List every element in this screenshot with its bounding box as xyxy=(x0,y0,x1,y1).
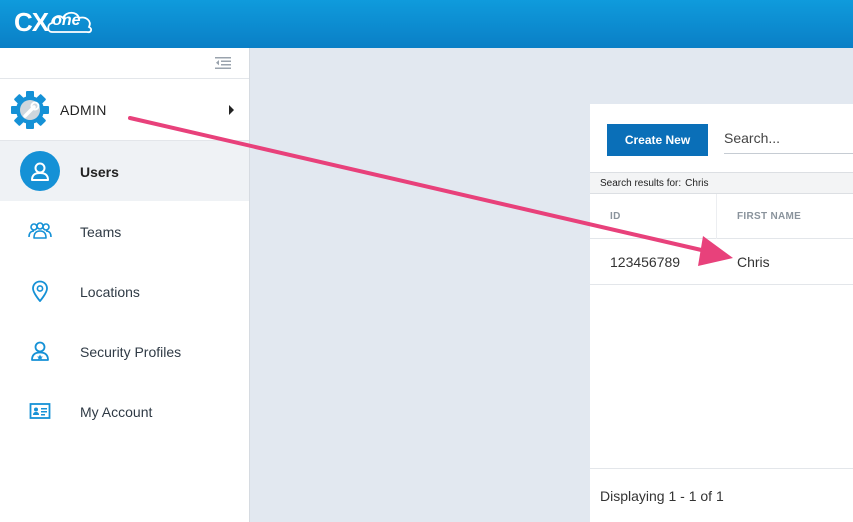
search-results-term: Chris xyxy=(685,178,709,189)
sidebar-item-locations[interactable]: Locations xyxy=(0,261,249,321)
search-results-label: Search results for: xyxy=(600,178,682,189)
search-input[interactable] xyxy=(724,122,853,154)
sidebar-item-label: Locations xyxy=(80,284,140,300)
logo-subtext: one xyxy=(52,12,81,29)
sidebar-item-users[interactable]: Users xyxy=(0,141,249,201)
sidebar-item-label: Security Profiles xyxy=(80,344,182,360)
sidebar-item-label: Users xyxy=(80,164,119,180)
table-row[interactable]: 123456789 Chris xyxy=(590,239,853,285)
cell-first-name: Chris xyxy=(737,254,770,270)
create-new-button[interactable]: Create New xyxy=(607,124,708,156)
sidebar-item-my-account[interactable]: My Account xyxy=(0,381,249,441)
security-profile-icon xyxy=(20,331,60,371)
collapse-menu-icon[interactable] xyxy=(215,56,231,70)
location-pin-icon xyxy=(20,271,60,311)
chevron-right-icon xyxy=(229,105,234,115)
sidebar-item-security-profiles[interactable]: Security Profiles xyxy=(0,321,249,381)
sidebar: ADMIN Users Teams Locations Security Pro… xyxy=(0,48,250,522)
sidebar-item-teams[interactable]: Teams xyxy=(0,201,249,261)
column-header-id[interactable]: ID xyxy=(610,211,621,222)
admin-label: ADMIN xyxy=(60,102,107,118)
column-header-first-name[interactable]: FIRST NAME xyxy=(737,211,801,222)
cxone-logo[interactable]: CX one xyxy=(14,6,96,38)
sidebar-item-label: Teams xyxy=(80,224,122,240)
sidebar-item-label: My Account xyxy=(80,404,153,420)
table-header: ID FIRST NAME xyxy=(590,194,853,239)
top-bar: CX one xyxy=(0,0,853,48)
users-panel: Create New Search results for:Chris ID F… xyxy=(590,104,853,522)
cloud-icon: one xyxy=(46,8,96,36)
cell-id: 123456789 xyxy=(610,254,681,270)
column-divider xyxy=(716,194,717,239)
logo-text: CX xyxy=(14,6,49,37)
footer-divider xyxy=(590,468,853,469)
user-icon xyxy=(20,151,60,191)
pagination-status: Displaying 1 - 1 of 1 xyxy=(600,488,724,504)
id-card-icon xyxy=(20,391,60,431)
search-results-bar: Search results for: Chris xyxy=(590,172,853,194)
teams-icon xyxy=(20,211,60,251)
gear-icon xyxy=(11,91,49,129)
sidebar-collapse-row xyxy=(0,48,249,79)
admin-menu[interactable]: ADMIN xyxy=(0,79,249,141)
